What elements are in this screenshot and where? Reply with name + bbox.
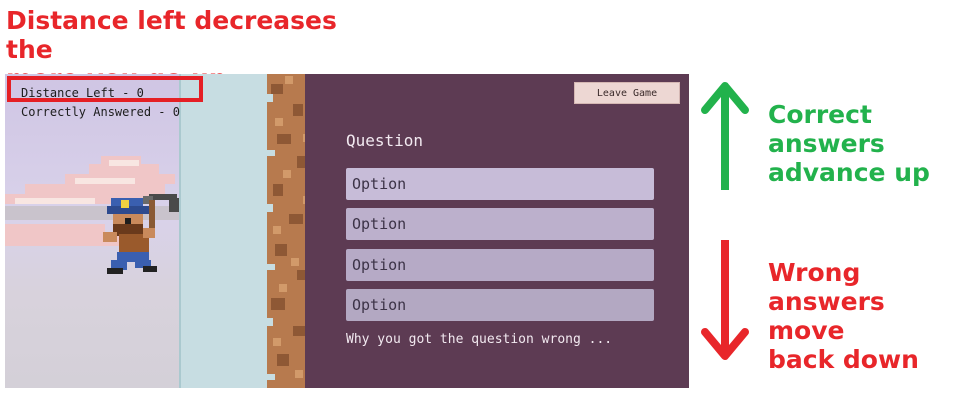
miner-character xyxy=(103,194,179,274)
annotation-distance-line1: Distance left decreases the xyxy=(6,6,337,64)
correctly-answered-label: Correctly Answered - 0 xyxy=(21,105,180,119)
annotation-correct-line1: Correct xyxy=(768,100,872,129)
annotation-correct: Correct answers advance up xyxy=(768,100,968,187)
question-text: Question xyxy=(346,131,424,150)
annotation-correct-line3: advance up xyxy=(768,158,930,187)
ice-wall xyxy=(179,74,271,388)
annotation-wrong-line3: back down xyxy=(768,345,919,374)
annotation-correct-line2: answers xyxy=(768,129,885,158)
feedback-text: Why you got the question wrong ... xyxy=(346,332,613,347)
annotation-wrong-line1: Wrong xyxy=(768,258,861,287)
annotation-wrong-line2: answers move xyxy=(768,287,885,345)
leave-game-button[interactable]: Leave Game xyxy=(574,82,680,104)
option-button-3[interactable]: Option xyxy=(346,249,654,281)
option-button-4[interactable]: Option xyxy=(346,289,654,321)
arrow-up-icon xyxy=(701,82,749,190)
highlight-box xyxy=(7,76,203,102)
option-button-1[interactable]: Option xyxy=(346,168,654,200)
option-button-2[interactable]: Option xyxy=(346,208,654,240)
annotation-wrong: Wrong answers move back down xyxy=(768,258,968,374)
arrow-down-icon xyxy=(701,240,749,360)
